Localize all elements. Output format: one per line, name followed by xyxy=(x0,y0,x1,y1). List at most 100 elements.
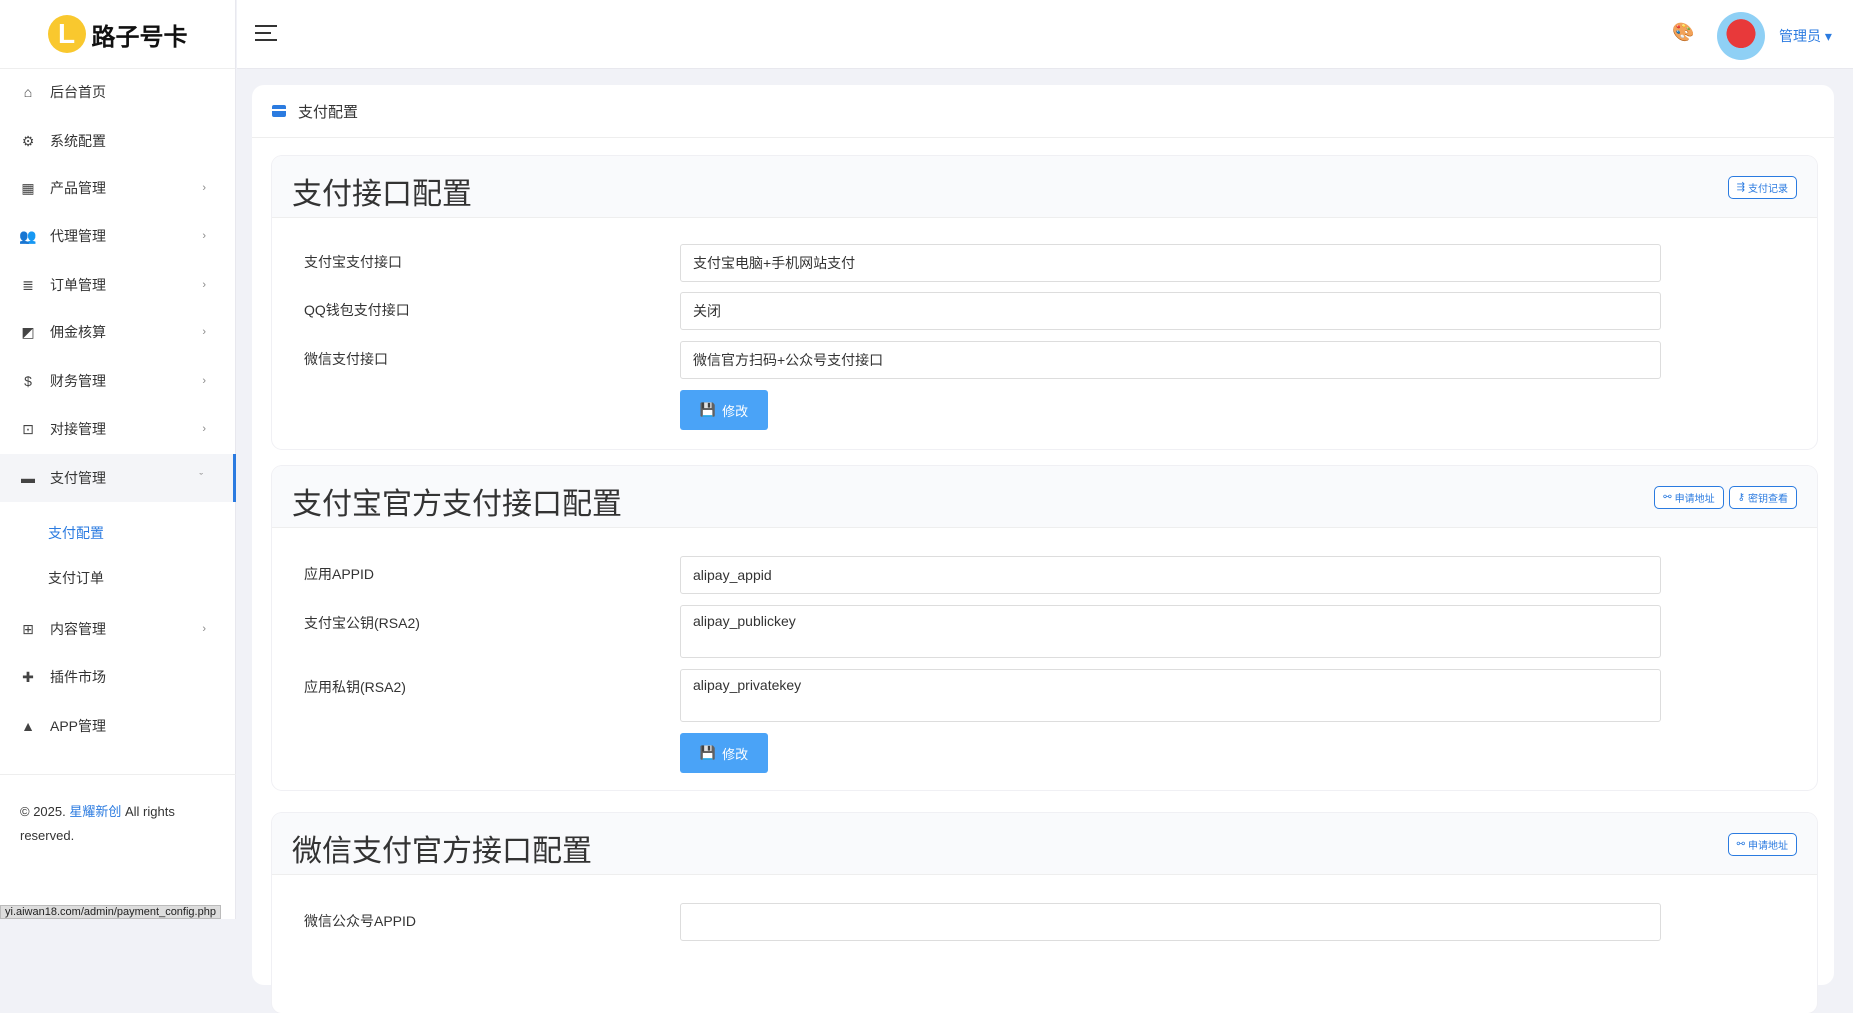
sidebar-subitem-payment-config[interactable]: 支付配置 xyxy=(48,523,104,543)
credit-card-icon xyxy=(272,105,286,117)
view-keys-button[interactable]: ⚷ 密钥查看 xyxy=(1728,486,1797,509)
save-button[interactable]: 💾 修改 xyxy=(680,390,768,430)
section-title: 支付宝官方支付接口配置 xyxy=(292,488,622,521)
button-label: 修改 xyxy=(722,403,749,419)
avatar[interactable] xyxy=(1717,12,1765,60)
chevron-right-icon: › xyxy=(202,182,206,194)
field-label: 支付宝支付接口 xyxy=(304,254,402,270)
code-icon: ⊡ xyxy=(22,420,34,437)
floppy-icon: 💾 xyxy=(699,745,717,760)
user-name: 管理员 xyxy=(1779,28,1821,44)
field-label: 应用私钥(RSA2) xyxy=(304,679,406,695)
chevron-down-icon: ˇ xyxy=(199,472,203,484)
sidebar-item-system-config[interactable]: ⚙ 系统配置 xyxy=(0,117,236,165)
chevron-right-icon: › xyxy=(202,279,206,291)
link-icon: ⚯ xyxy=(1736,839,1745,850)
sidebar-item-label: APP管理 xyxy=(50,718,107,734)
wxpay-interface-select[interactable]: 微信官方扫码+公众号支付接口 xyxy=(680,341,1661,379)
sidebar-item-label: 系统配置 xyxy=(50,133,106,149)
field-label: 支付宝公钥(RSA2) xyxy=(304,615,420,631)
sidebar-item-finance[interactable]: $ 财务管理 › xyxy=(0,357,236,405)
chevron-right-icon: › xyxy=(202,623,206,635)
save-button[interactable]: 💾 修改 xyxy=(680,733,768,773)
sidebar-item-label: 代理管理 xyxy=(50,228,106,244)
key-icon: ⚷ xyxy=(1737,492,1745,503)
sidebar-item-label: 产品管理 xyxy=(50,180,106,196)
footer-link[interactable]: 星耀新创 xyxy=(69,804,121,819)
chevron-right-icon: › xyxy=(202,326,206,338)
chevron-right-icon: › xyxy=(202,230,206,242)
apply-link-button[interactable]: ⚯ 申请地址 xyxy=(1727,833,1797,856)
credit-card-icon: ▬ xyxy=(21,470,35,486)
logo-text: 路子号卡 xyxy=(91,23,188,51)
sidebar-item-app[interactable]: ▲ APP管理 xyxy=(0,702,236,750)
wechat-appid-input[interactable] xyxy=(680,903,1661,941)
menu-toggle-icon[interactable] xyxy=(255,25,277,43)
sidebar-item-label: 订单管理 xyxy=(50,277,106,293)
home-icon: ⌂ xyxy=(23,84,33,100)
palette-icon[interactable]: 🎨 xyxy=(1672,22,1694,43)
sidebar-item-commission[interactable]: ◩ 佣金核算 › xyxy=(0,308,236,356)
sidebar: L 路子号卡 ⌂ 后台首页 ⚙ 系统配置 ▦ 产品管理 › 👥 代理管理 › ≣ 订单管理 › … xyxy=(0,0,236,919)
chevron-right-icon: › xyxy=(202,423,206,435)
user-menu[interactable]: 管理员 ▾ xyxy=(1779,26,1832,46)
alipay-publickey-textarea[interactable]: alipay_publickey xyxy=(680,605,1661,658)
caret-down-icon: ▾ xyxy=(1824,28,1832,44)
page-header: 支付配置 xyxy=(252,85,1834,138)
section-alipay-config: 支付宝官方支付接口配置 ⚯ 申请地址 ⚷ 密钥查看 应用APPID alipay_app… xyxy=(272,466,1817,790)
sidebar-item-products[interactable]: ▦ 产品管理 › xyxy=(0,164,236,212)
footer: © 2025. 星耀新创 All rights reserved. xyxy=(20,800,220,848)
divider xyxy=(0,774,236,775)
alipay-privatekey-textarea[interactable]: alipay_privatekey xyxy=(680,669,1661,722)
alipay-interface-select[interactable]: 支付宝电脑+手机网站支付 xyxy=(680,244,1661,282)
alipay-appid-input[interactable]: alipay_appid xyxy=(680,556,1661,594)
sidebar-item-label: 内容管理 xyxy=(50,621,106,637)
sidebar-item-integration[interactable]: ⊡ 对接管理 › xyxy=(0,405,236,453)
page-title: 支付配置 xyxy=(298,103,359,121)
payment-records-button[interactable]: ⇶ 支付记录 xyxy=(1727,176,1797,199)
users-icon: 👥 xyxy=(19,227,37,244)
apply-link-button[interactable]: ⚯ 申请地址 xyxy=(1654,486,1724,509)
grid-icon: ▦ xyxy=(21,179,35,196)
link-icon: ⚯ xyxy=(1663,492,1672,503)
chart-icon: ◩ xyxy=(21,323,35,340)
sidebar-item-label: 佣金核算 xyxy=(50,324,106,340)
chevron-right-icon: › xyxy=(202,375,206,387)
header: 🎨 管理员 ▾ xyxy=(237,0,1853,69)
sidebar-item-orders[interactable]: ≣ 订单管理 › xyxy=(0,261,236,309)
logo[interactable]: L 路子号卡 xyxy=(0,0,235,69)
sidebar-item-plugins[interactable]: ✚ 插件市场 xyxy=(0,653,236,701)
logo-badge-icon: L xyxy=(47,15,86,53)
footer-copyright: © 2025. xyxy=(20,804,66,819)
section-payment-interface: 支付接口配置 ⇶ 支付记录 支付宝支付接口 支付宝电脑+手机网站支付 QQ钱包支付接… xyxy=(272,156,1817,449)
android-icon: ▲ xyxy=(21,718,35,734)
button-label: 密钥查看 xyxy=(1748,494,1788,505)
sidebar-item-label: 后台首页 xyxy=(50,84,106,100)
comment-icon: ⊞ xyxy=(22,620,34,637)
field-label: 微信支付接口 xyxy=(304,351,388,367)
field-label: 微信公众号APPID xyxy=(304,913,417,929)
gear-icon: ⚙ xyxy=(21,132,35,149)
qqpay-interface-select[interactable]: 关闭 xyxy=(680,292,1661,330)
dollar-icon: $ xyxy=(24,373,32,389)
status-bar-url: yi.aiwan18.com/admin/payment_config.php xyxy=(0,905,221,919)
sliders-icon: ⇶ xyxy=(1736,182,1745,193)
content-card: 支付配置 支付接口配置 ⇶ 支付记录 支付宝支付接口 支付宝电脑+手机网站支付 QQ… xyxy=(252,85,1834,1013)
button-label: 申请地址 xyxy=(1674,494,1715,505)
section-title: 微信支付官方接口配置 xyxy=(292,835,592,868)
section-wechat-config: 微信支付官方接口配置 ⚯ 申请地址 微信公众号APPID xyxy=(272,813,1817,1013)
sidebar-item-label: 财务管理 xyxy=(50,373,106,389)
puzzle-icon: ✚ xyxy=(22,668,34,685)
field-label: 应用APPID xyxy=(304,566,375,582)
sidebar-item-label: 支付管理 xyxy=(50,470,106,486)
floppy-icon: 💾 xyxy=(699,402,717,417)
button-label: 支付记录 xyxy=(1748,184,1788,195)
button-label: 修改 xyxy=(722,746,749,762)
sidebar-item-label: 插件市场 xyxy=(50,669,106,685)
sidebar-item-home[interactable]: ⌂ 后台首页 xyxy=(0,68,236,116)
sidebar-item-content[interactable]: ⊞ 内容管理 › xyxy=(0,605,236,653)
sidebar-item-payment[interactable]: ▬ 支付管理 ˇ xyxy=(0,454,236,502)
sidebar-subitem-payment-orders[interactable]: 支付订单 xyxy=(48,568,104,588)
sidebar-item-agents[interactable]: 👥 代理管理 › xyxy=(0,212,236,260)
field-label: QQ钱包支付接口 xyxy=(304,302,410,318)
